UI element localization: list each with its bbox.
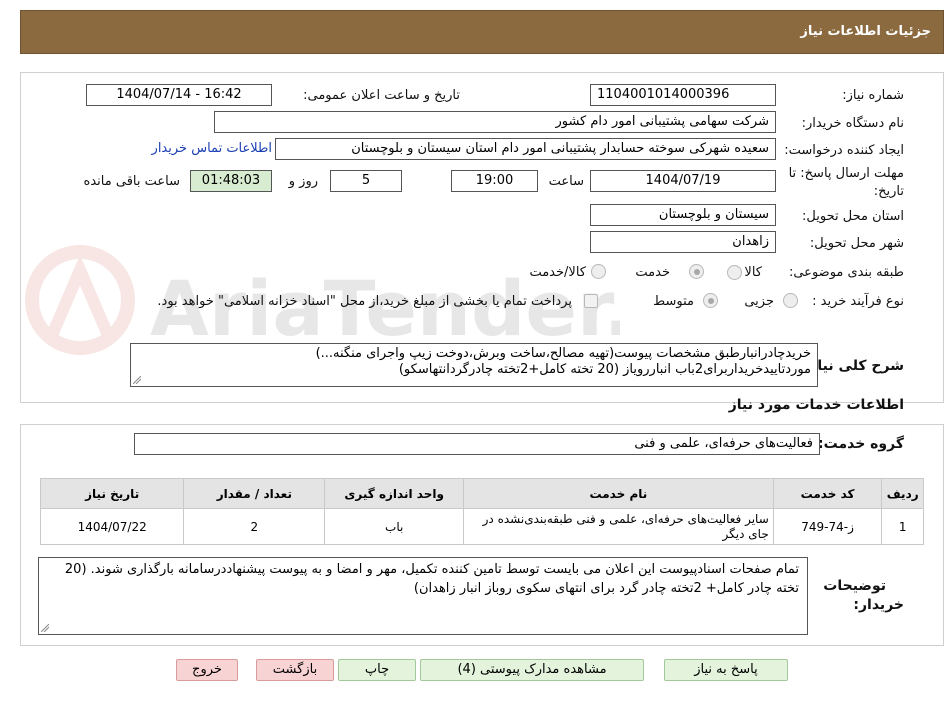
category-goods-service-radio[interactable] bbox=[591, 264, 606, 279]
summary-line-1: خریدچادرانبارطبق مشخصات پیوست(تهیه مصالح… bbox=[315, 346, 811, 361]
treasury-payment-note: پرداخت تمام یا بخشی از مبلغ خرید،از محل … bbox=[157, 294, 572, 309]
deadline-date-field: 1404/07/19 bbox=[590, 170, 776, 192]
need-number-label: شماره نیاز: bbox=[842, 88, 904, 103]
reply-button[interactable]: پاسخ به نیاز bbox=[664, 659, 788, 681]
category-goods-radio[interactable] bbox=[727, 265, 742, 280]
process-minor-label: جزیی bbox=[744, 294, 774, 309]
category-goods-label: کالا bbox=[744, 265, 762, 280]
days-remaining-field: 5 bbox=[330, 170, 402, 192]
requester-label: ایجاد کننده درخواست: bbox=[784, 143, 904, 158]
exit-button[interactable]: خروج bbox=[176, 659, 238, 681]
remaining-label: ساعت باقی مانده bbox=[83, 174, 180, 189]
col-unit: واحد اندازه گیری bbox=[324, 478, 465, 509]
process-medium-label: متوسط bbox=[653, 294, 694, 309]
need-number-field: 1104001014000396 bbox=[590, 84, 776, 106]
deadline-date-label: تاریخ: bbox=[873, 184, 904, 199]
cell-need-date: 1404/07/22 bbox=[39, 508, 185, 545]
buyer-contact-link[interactable]: اطلاعات تماس خریدار bbox=[152, 141, 272, 156]
table-row: 1 ز-74-749 سایر فعالیت‌های حرفه‌ای، علمی… bbox=[39, 508, 924, 545]
category-service-label: خدمت bbox=[635, 265, 670, 280]
remaining-time-field: 01:48:03 bbox=[190, 170, 272, 192]
buyer-org-label: نام دستگاه خریدار: bbox=[801, 116, 904, 131]
col-row-number: ردیف bbox=[881, 478, 924, 509]
cell-service-name: سایر فعالیت‌های حرفه‌ای، علمی و فنی طبقه… bbox=[463, 508, 774, 545]
summary-textarea[interactable]: خریدچادرانبارطبق مشخصات پیوست(تهیه مصالح… bbox=[130, 343, 818, 387]
services-table-header: ردیف کد خدمت نام خدمت واحد اندازه گیری ت… bbox=[39, 478, 924, 509]
services-section-title: اطلاعات خدمات مورد نیاز bbox=[728, 397, 904, 413]
category-service-radio[interactable] bbox=[689, 264, 704, 279]
col-service-name: نام خدمت bbox=[463, 478, 774, 509]
buyer-notes-textarea[interactable]: تمام صفحات اسنادپیوست این اعلان می بایست… bbox=[38, 557, 808, 635]
province-label: استان محل تحویل: bbox=[802, 209, 904, 224]
print-button[interactable]: چاپ bbox=[338, 659, 416, 681]
announce-datetime-field: 1404/07/14 - 16:42 bbox=[86, 84, 272, 106]
buyer-notes-label-2: خریدار: bbox=[853, 597, 904, 613]
summary-label: شرح کلی نیاز: bbox=[803, 358, 904, 374]
category-goods-service-label: کالا/خدمت bbox=[529, 265, 586, 280]
col-need-date: تاریخ نیاز bbox=[39, 478, 185, 509]
requester-field: سعیده شهرکی سوخته حسابدار پشتیبانی امور … bbox=[275, 138, 776, 160]
announce-label: تاریخ و ساعت اعلان عمومی: bbox=[303, 88, 460, 103]
services-table: ردیف کد خدمت نام خدمت واحد اندازه گیری ت… bbox=[39, 478, 924, 545]
process-medium-radio[interactable] bbox=[703, 293, 718, 308]
page-title: جزئیات اطلاعات نیاز bbox=[800, 24, 931, 39]
cell-row-number: 1 bbox=[881, 508, 924, 545]
resize-grip-icon[interactable] bbox=[41, 624, 49, 632]
buyer-notes-label-1: توضیحات bbox=[823, 578, 886, 594]
buyer-org-field: شرکت سهامی پشتیبانی امور دام کشور bbox=[214, 111, 776, 133]
summary-line-2: موردتاییدخریداربرای2باب انباررویاز (20 ت… bbox=[398, 362, 811, 377]
col-quantity: تعداد / مقدار bbox=[183, 478, 326, 509]
city-label: شهر محل تحویل: bbox=[809, 236, 904, 251]
cell-quantity: 2 bbox=[183, 508, 326, 545]
page-header: جزئیات اطلاعات نیاز bbox=[20, 10, 944, 54]
treasury-payment-checkbox[interactable] bbox=[584, 294, 598, 308]
service-group-label: گروه خدمت: bbox=[818, 436, 904, 452]
buyer-notes-text: تمام صفحات اسنادپیوست این اعلان می بایست… bbox=[64, 562, 799, 596]
view-attachments-button[interactable]: مشاهده مدارک پیوستی (4) bbox=[420, 659, 644, 681]
deadline-label: مهلت ارسال پاسخ: تا bbox=[788, 166, 904, 181]
city-field: زاهدان bbox=[590, 231, 776, 253]
col-service-code: کد خدمت bbox=[772, 478, 883, 509]
service-group-field: فعالیت‌های حرفه‌ای، علمی و فنی bbox=[134, 433, 820, 455]
days-label: روز و bbox=[288, 174, 318, 189]
cell-service-code: ز-74-749 bbox=[772, 508, 883, 545]
resize-grip-icon[interactable] bbox=[133, 376, 141, 384]
deadline-time-label: ساعت bbox=[548, 174, 584, 189]
deadline-time-field: 19:00 bbox=[451, 170, 538, 192]
back-button[interactable]: بازگشت bbox=[256, 659, 334, 681]
cell-unit: باب bbox=[324, 508, 465, 545]
process-label: نوع فرآیند خرید : bbox=[812, 294, 904, 309]
province-field: سیستان و بلوچستان bbox=[590, 204, 776, 226]
process-minor-radio[interactable] bbox=[783, 293, 798, 308]
category-label: طبقه بندی موضوعی: bbox=[788, 265, 904, 280]
